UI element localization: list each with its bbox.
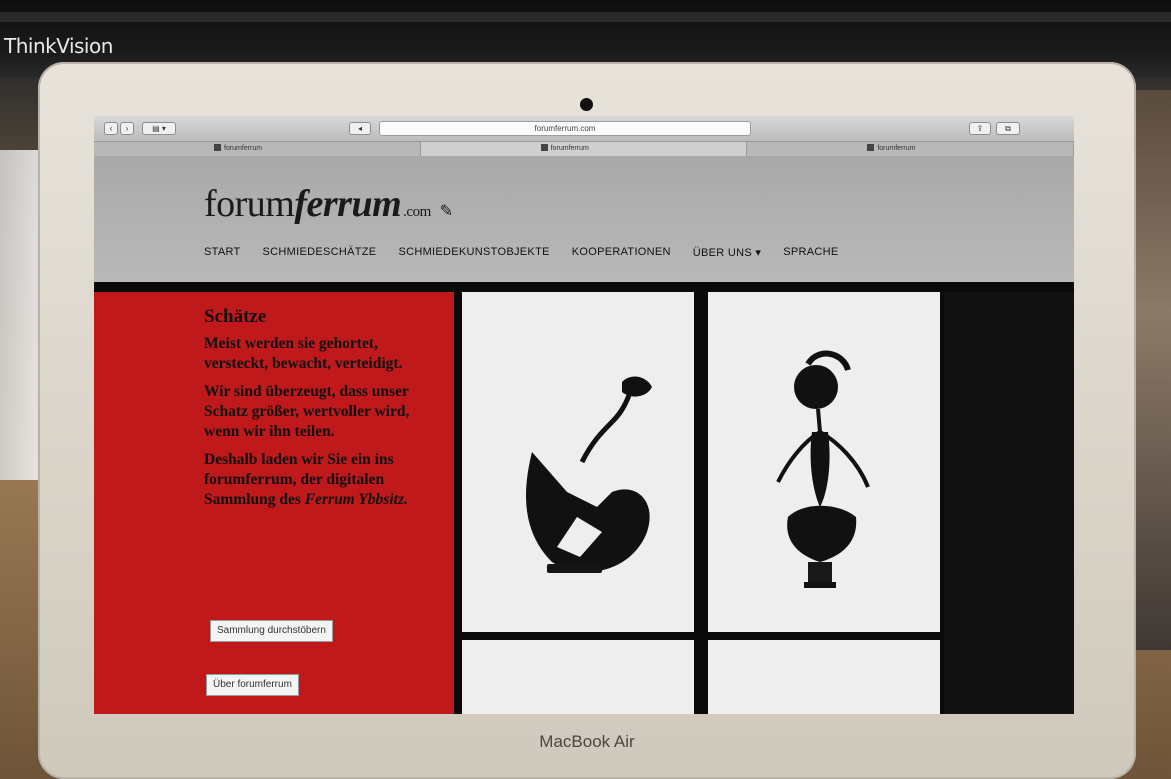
address-bar[interactable]: forumferrum.com bbox=[379, 121, 751, 136]
nav-item-start[interactable]: Start bbox=[204, 246, 241, 259]
nav-item-kooperationen[interactable]: Kooperationen bbox=[572, 246, 671, 259]
laptop: ‹ › ▤ ▾ ◂ forumferrum.com ⇪ ⧉ forumferru… bbox=[38, 62, 1136, 779]
site-logo[interactable]: forumferrum .com ✎ bbox=[204, 182, 453, 226]
favicon-icon bbox=[214, 144, 221, 151]
nav-item-ueber-uns[interactable]: Über uns ▾ bbox=[693, 246, 761, 259]
laptop-screen: ‹ › ▤ ▾ ◂ forumferrum.com ⇪ ⧉ forumferru… bbox=[94, 116, 1074, 714]
laptop-model-label: MacBook Air bbox=[539, 732, 635, 751]
forward-button[interactable]: › bbox=[120, 122, 134, 135]
intro-paragraph-1: Meist werden sie gehortet, versteckt, be… bbox=[204, 335, 403, 372]
logo-light-text: forum bbox=[204, 183, 295, 225]
nav-item-sprache[interactable]: Sprache bbox=[783, 246, 838, 259]
logo-mark-icon: ✎ bbox=[439, 203, 453, 220]
favicon-icon bbox=[540, 144, 548, 151]
artwork-tile[interactable] bbox=[708, 292, 940, 632]
artwork-tile[interactable] bbox=[708, 640, 940, 714]
intro-paragraph-3-emphasis: Ferrum Ybbsitz. bbox=[304, 491, 408, 508]
logo-bold-text: ferrum bbox=[294, 183, 402, 225]
intro-paragraph-2: Wir sind überzeugt, dass unser Schatz gr… bbox=[204, 383, 410, 440]
share-button[interactable]: ⇪ bbox=[969, 122, 991, 135]
browser-tab-bar: forumferrum forumferrum forumferrum bbox=[94, 142, 1074, 156]
browser-tab[interactable]: forumferrum bbox=[94, 142, 421, 156]
monitor-brand-label: ThinkVision bbox=[4, 34, 113, 58]
main-nav: Start Schmiedeschätze Schmiedekunstobjek… bbox=[204, 246, 838, 259]
about-forumferrum-button[interactable]: Über forumferrum bbox=[206, 674, 299, 696]
intro-text-block: Schätze Meist werden sie gehortet, verst… bbox=[204, 306, 439, 518]
artwork-tile[interactable] bbox=[462, 292, 694, 632]
monitor-edge bbox=[0, 12, 1171, 22]
intro-title: Schätze bbox=[204, 306, 267, 327]
browser-toolbar: ‹ › ▤ ▾ ◂ forumferrum.com ⇪ ⧉ bbox=[94, 116, 1074, 142]
tab-label: forumferrum bbox=[550, 145, 589, 152]
browser-tab-active[interactable]: forumferrum bbox=[420, 142, 748, 156]
sculpture-image-1 bbox=[526, 376, 652, 573]
camera-icon bbox=[580, 98, 593, 111]
nav-item-schmiedeschaetze[interactable]: Schmiedeschätze bbox=[263, 246, 377, 259]
intro-panel: Schätze Meist werden sie gehortet, verst… bbox=[94, 292, 454, 714]
dark-margin bbox=[944, 292, 1074, 714]
address-text: forumferrum.com bbox=[534, 124, 596, 133]
site-header: forumferrum .com ✎ Start Schmiedeschätze … bbox=[94, 156, 1074, 282]
browse-collection-button[interactable]: Sammlung durchstöbern bbox=[210, 620, 333, 642]
artwork-tile[interactable] bbox=[462, 640, 694, 714]
photo-scene: ThinkVision ‹ › ▤ ▾ ◂ forumferrum.com ⇪ … bbox=[0, 0, 1171, 779]
sculpture-image-2 bbox=[776, 350, 870, 588]
site-content: Schätze Meist werden sie gehortet, verst… bbox=[94, 282, 1074, 714]
reader-button[interactable]: ◂ bbox=[349, 122, 371, 135]
browser-tab[interactable]: forumferrum bbox=[747, 142, 1074, 156]
sidebar-toggle-button[interactable]: ▤ ▾ bbox=[142, 122, 176, 135]
intro-paragraph-3: Deshalb laden wir Sie ein ins forumferru… bbox=[204, 450, 439, 510]
tab-label: forumferrum bbox=[877, 145, 916, 152]
logo-tld-text: .com bbox=[403, 204, 431, 220]
nav-item-schmiedekunstobjekte[interactable]: Schmiedekunstobjekte bbox=[398, 246, 549, 259]
tabs-overview-button[interactable]: ⧉ bbox=[996, 122, 1020, 135]
back-button[interactable]: ‹ bbox=[104, 122, 118, 135]
favicon-icon bbox=[867, 144, 875, 151]
tab-label: forumferrum bbox=[224, 145, 263, 152]
